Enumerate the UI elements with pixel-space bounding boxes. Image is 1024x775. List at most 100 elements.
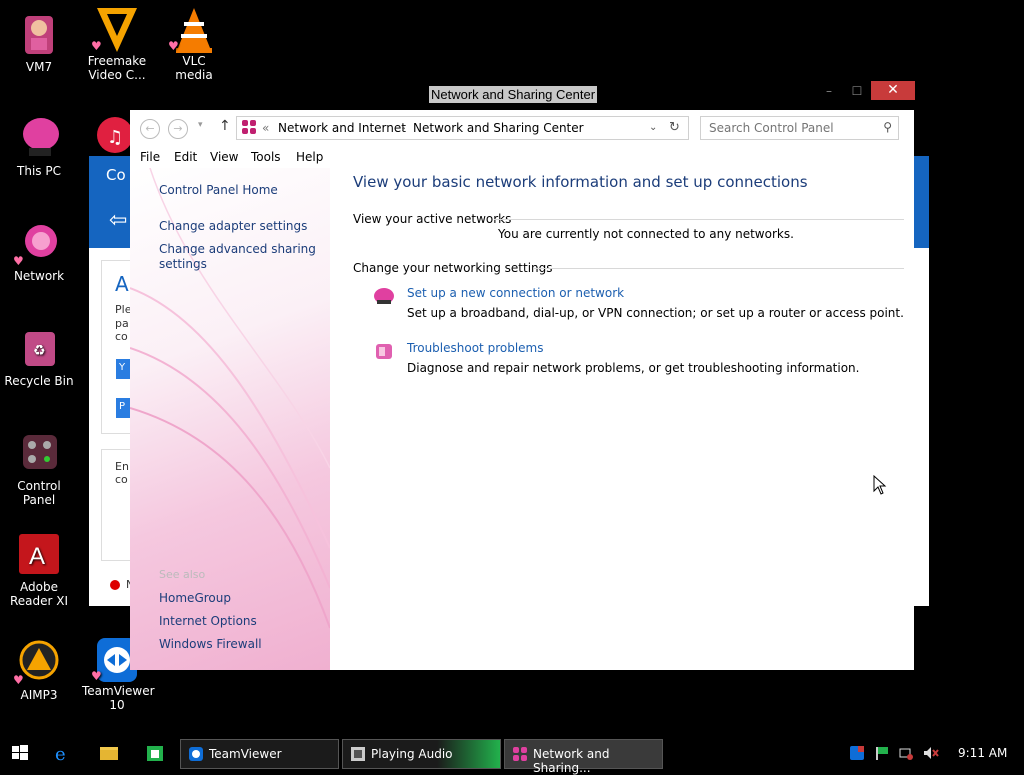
main-content: View your basic network information and …	[330, 168, 914, 670]
not-connected-text: You are currently not connected to any n…	[498, 227, 794, 241]
setup-connection-link[interactable]: Set up a new connection or network	[407, 286, 624, 300]
sidebar-item-advanced-sharing[interactable]: Change advanced sharing settings	[159, 242, 319, 272]
divider	[534, 268, 904, 269]
breadcrumb[interactable]: « Network and Internet › Network and Sha…	[236, 116, 689, 140]
troubleshoot-icon	[373, 340, 395, 362]
sidebar: Control Panel Home Change adapter settin…	[130, 168, 330, 670]
search-box[interactable]: ⚲	[700, 116, 899, 140]
background-button[interactable]: Y	[116, 359, 130, 379]
svg-text:A: A	[29, 543, 45, 570]
close-button[interactable]: ✕	[871, 81, 915, 100]
menu-edit[interactable]: Edit	[174, 150, 197, 164]
window-titlebar[interactable]: Network and Sharing Center – ☐ ✕	[130, 80, 915, 110]
control-panel-icon	[513, 747, 527, 761]
back-button[interactable]: ←	[140, 119, 160, 139]
taskbar-button-network-sharing[interactable]: Network and Sharing...	[504, 739, 663, 775]
desktop-icon-vm7[interactable]: VM7	[0, 12, 78, 74]
background-window-title: Co	[106, 166, 126, 184]
desktop-icon-label: VM7	[25, 60, 53, 74]
desktop-icon-label: TeamViewer 10	[82, 684, 155, 712]
status-dot	[110, 580, 120, 590]
desktop-icon-label: Control Panel	[17, 479, 61, 507]
menu-help[interactable]: Help	[296, 150, 323, 164]
chevron-down-icon[interactable]: ⌄	[649, 122, 657, 133]
breadcrumb-network-internet[interactable]: Network and Internet	[278, 121, 406, 135]
desktop-icon-aimp3[interactable]: ♥ AIMP3	[0, 640, 78, 702]
desktop-icon-this-pc[interactable]: This PC	[0, 116, 78, 178]
internet-explorer-icon[interactable]: e	[53, 744, 73, 765]
up-button[interactable]: ↑	[219, 118, 231, 134]
taskbar-button-teamviewer[interactable]: TeamViewer	[180, 739, 339, 769]
menu-bar: File Edit View Tools Help	[130, 146, 914, 168]
heart-icon: ♥	[91, 669, 102, 683]
svg-text:♫: ♫	[107, 127, 123, 148]
background-text: Ple	[115, 303, 132, 316]
setup-connection-desc: Set up a broadband, dial-up, or VPN conn…	[407, 306, 904, 320]
background-button-label: P	[119, 401, 126, 412]
desktop-icon-control-panel[interactable]: Control Panel	[0, 431, 78, 507]
sidebar-item-windows-firewall[interactable]: Windows Firewall	[159, 637, 262, 652]
svg-text:e: e	[55, 744, 66, 762]
sidebar-item-homegroup[interactable]: HomeGroup	[159, 591, 231, 606]
taskbar-button-label: Playing Audio	[371, 747, 453, 761]
search-input[interactable]	[707, 120, 876, 136]
sidebar-item-control-panel-home[interactable]: Control Panel Home	[159, 183, 278, 198]
file-explorer-icon[interactable]	[99, 744, 119, 762]
taskbar: e TeamViewer Playing Audio Network and S…	[0, 738, 1024, 775]
windows-start-icon[interactable]	[11, 744, 31, 762]
desktop-icon-adobe-reader[interactable]: A Adobe Reader XI	[0, 532, 78, 608]
network-sharing-window: ← → ▾ ↑ « Network and Internet › Network…	[130, 110, 914, 670]
desktop-icon-label: Adobe Reader XI	[9, 580, 69, 608]
recent-locations-icon[interactable]: ▾	[198, 120, 203, 130]
address-bar: ← → ▾ ↑ « Network and Internet › Network…	[130, 110, 914, 146]
desktop-icon-recycle-bin[interactable]: ♻ Recycle Bin	[0, 326, 78, 388]
heart-icon: ♥	[91, 39, 102, 53]
menu-tools[interactable]: Tools	[251, 150, 281, 164]
teamviewer-icon	[189, 747, 203, 761]
sidebar-item-internet-options[interactable]: Internet Options	[159, 614, 257, 629]
taskbar-clock[interactable]: 9:11 AM	[958, 746, 1007, 760]
active-networks-label: View your active networks	[353, 212, 512, 226]
breadcrumb-network-sharing[interactable]: Network and Sharing Center	[413, 121, 584, 135]
new-connection-icon	[373, 284, 395, 306]
desktop-icon-label: Network	[13, 269, 65, 283]
menu-file[interactable]: File	[140, 150, 160, 164]
minimize-button[interactable]: –	[815, 82, 843, 100]
taskbar-button-playing-audio[interactable]: Playing Audio	[342, 739, 501, 769]
forward-button[interactable]: →	[168, 119, 188, 139]
desktop-icon-label: Recycle Bin	[4, 374, 74, 388]
desktop-icon-freemake[interactable]: ♥ Freemake Video C...	[78, 6, 156, 82]
change-settings-label: Change your networking settings	[353, 261, 553, 275]
menu-view[interactable]: View	[210, 150, 238, 164]
network-status-icon[interactable]	[899, 746, 913, 760]
store-icon[interactable]	[145, 744, 165, 762]
audio-player-icon	[351, 747, 365, 761]
freemake-icon: ♥	[91, 6, 139, 52]
troubleshoot-link[interactable]: Troubleshoot problems	[407, 341, 543, 355]
background-button[interactable]: P	[116, 398, 130, 418]
search-icon[interactable]: ⚲	[883, 120, 892, 134]
teamviewer-tray-icon[interactable]	[850, 746, 864, 760]
adobe-reader-icon: A	[17, 532, 61, 576]
desktop-icon-label: Freemake Video C...	[87, 54, 147, 82]
heart-icon: ♥	[168, 39, 179, 53]
refresh-icon[interactable]: ↻	[669, 120, 680, 135]
breadcrumb-separator[interactable]: ›	[401, 121, 406, 135]
heart-icon: ♥	[13, 254, 24, 268]
breadcrumb-overflow[interactable]: «	[262, 121, 269, 135]
computer-icon	[17, 116, 61, 160]
volume-muted-icon[interactable]	[923, 746, 939, 760]
background-text: co	[115, 473, 128, 486]
maximize-button[interactable]: ☐	[843, 82, 871, 100]
taskbar-button-label: TeamViewer	[209, 747, 282, 761]
desktop-icon-label: AIMP3	[20, 688, 58, 702]
recycle-bin-icon: ♻	[17, 326, 61, 370]
background-text: co	[115, 330, 128, 343]
sidebar-item-change-adapter[interactable]: Change adapter settings	[159, 219, 307, 234]
vlc-icon: ♥	[168, 6, 216, 53]
background-text: pa	[115, 317, 129, 330]
troubleshoot-desc: Diagnose and repair network problems, or…	[407, 361, 860, 375]
window-title: Network and Sharing Center	[429, 86, 598, 103]
flag-icon[interactable]	[875, 746, 889, 760]
desktop-icon-network[interactable]: ♥ Network	[0, 221, 78, 283]
